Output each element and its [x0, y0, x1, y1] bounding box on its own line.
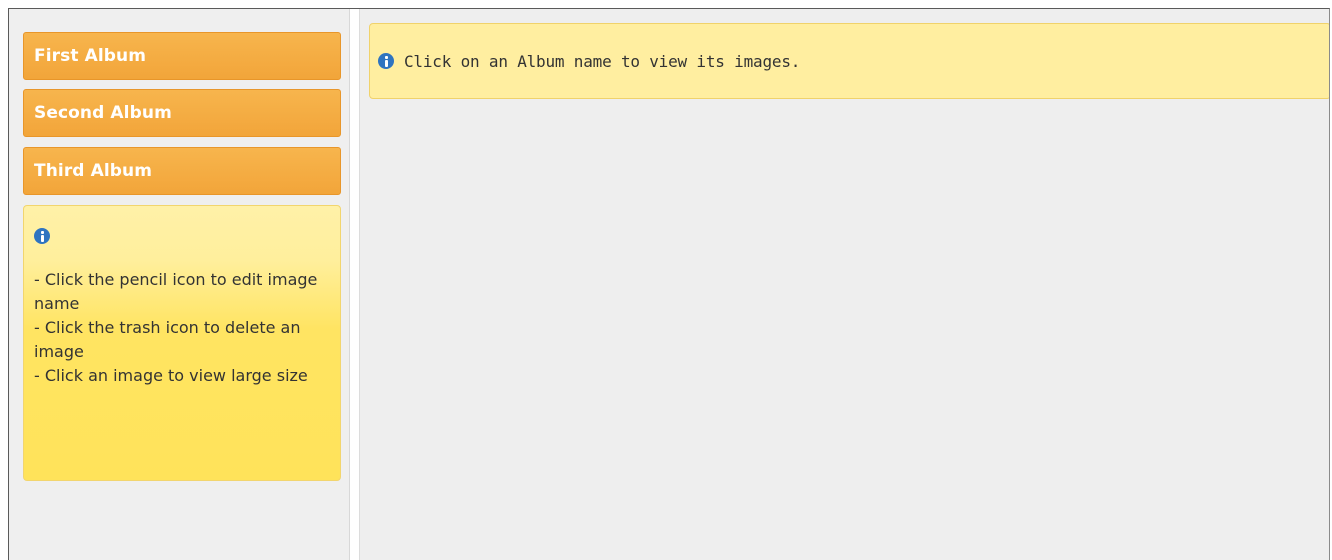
help-text: - Click the pencil icon to edit image na… — [34, 268, 330, 388]
album-button-second[interactable]: Second Album — [23, 89, 341, 137]
sidebar-help-box: - Click the pencil icon to edit image na… — [23, 205, 341, 481]
main-info-banner: Click on an Album name to view its image… — [369, 23, 1329, 99]
main-info-text: Click on an Album name to view its image… — [404, 51, 801, 71]
album-button-third[interactable]: Third Album — [23, 147, 341, 195]
main-content: Click on an Album name to view its image… — [360, 9, 1329, 560]
app-frame: First Album Second Album Third Album - C… — [8, 8, 1330, 560]
help-line-view: - Click an image to view large size — [34, 366, 308, 385]
album-sidebar: First Album Second Album Third Album - C… — [9, 9, 350, 560]
help-line-edit: - Click the pencil icon to edit image na… — [34, 270, 318, 313]
panel-divider — [350, 9, 360, 560]
help-line-delete: - Click the trash icon to delete an imag… — [34, 318, 301, 361]
info-icon — [378, 53, 394, 69]
info-icon — [34, 228, 50, 244]
album-button-first[interactable]: First Album — [23, 32, 341, 80]
